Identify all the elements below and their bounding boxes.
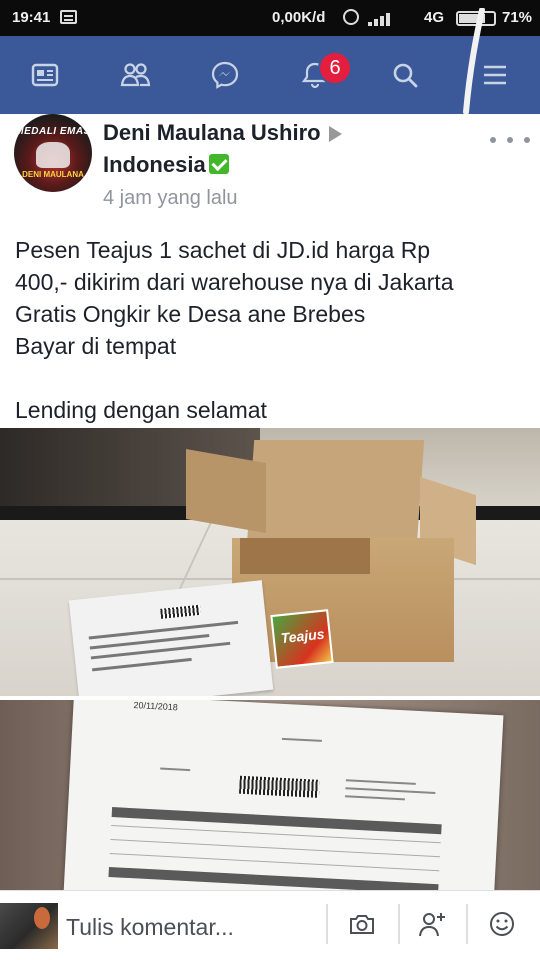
avatar-figure xyxy=(36,142,70,168)
post-text-line xyxy=(15,362,530,394)
post-timestamp[interactable]: 4 jam yang lalu xyxy=(103,187,238,210)
more-options-button[interactable] xyxy=(490,130,530,150)
author-name[interactable]: Deni Maulana Ushiro xyxy=(103,120,321,145)
top-nav-bar: 6 xyxy=(0,36,540,114)
post-text-line: 400,- dikirim dari warehouse nya di Jaka… xyxy=(15,269,454,295)
network-speed: 0,00K/d xyxy=(272,9,326,26)
battery-percent: 71% xyxy=(502,9,533,26)
add-person-icon xyxy=(419,913,445,937)
nav-friends[interactable] xyxy=(90,36,180,114)
shipping-receipt xyxy=(68,580,274,696)
dot-icon xyxy=(507,137,513,143)
post-body: Pesen Teajus 1 sachet di JD.id harga Rp … xyxy=(15,234,530,426)
nav-messenger[interactable] xyxy=(180,36,270,114)
notification-badge: 6 xyxy=(318,51,352,85)
emoji-icon xyxy=(490,912,514,936)
target-page-name[interactable]: Indonesia xyxy=(103,152,206,177)
status-bar: 19:41 0,00K/d 4G 71% xyxy=(0,0,540,36)
emoji-button[interactable] xyxy=(474,904,530,944)
post-text-line: Pesen Teajus 1 sachet di JD.id harga Rp xyxy=(15,237,431,263)
nav-search[interactable] xyxy=(360,36,450,114)
search-icon xyxy=(393,63,418,88)
app-notification-icon xyxy=(60,10,77,24)
comment-input[interactable]: Tulis komentar... xyxy=(66,914,234,941)
news-feed-icon xyxy=(31,63,59,87)
post-text-line: Gratis Ongkir ke Desa ane Brebes xyxy=(15,301,366,327)
cardboard-box-flap xyxy=(186,448,266,534)
nav-notifications[interactable]: 6 xyxy=(270,36,360,114)
alarm-icon xyxy=(343,9,359,25)
messenger-icon xyxy=(211,61,239,89)
post-text-line: Lending dengan selamat xyxy=(15,397,267,423)
camera-button[interactable] xyxy=(334,904,390,944)
avatar-logo-subtext: DENI MAULANA xyxy=(22,170,84,179)
barcode xyxy=(239,775,320,798)
status-time: 19:41 xyxy=(12,9,51,26)
invoice-document: 20/11/2018 xyxy=(62,700,504,890)
dot-icon xyxy=(524,137,530,143)
invoice-date: 20/11/2018 xyxy=(133,700,179,713)
post-text-line: Bayar di tempat xyxy=(15,333,177,359)
user-avatar xyxy=(0,903,58,949)
avatar-logo-text: MEDALI EMAS xyxy=(15,126,91,137)
nav-news-feed[interactable] xyxy=(0,36,90,114)
barcode xyxy=(160,604,201,619)
author-avatar[interactable]: MEDALI EMAS DENI MAULANA xyxy=(14,114,92,192)
post-author[interactable]: Deni Maulana Ushiro Indonesia xyxy=(103,117,342,181)
post-photo-box[interactable]: Teajus xyxy=(0,428,540,696)
drawn-stroke-mark xyxy=(463,8,485,114)
dot-icon xyxy=(490,137,496,143)
network-type: 4G xyxy=(424,9,445,26)
tag-friend-button[interactable] xyxy=(404,904,460,944)
friends-icon xyxy=(120,63,151,87)
checkmark-icon xyxy=(208,154,229,174)
post-photo-invoice[interactable]: 20/11/2018 xyxy=(0,700,540,890)
signal-icon xyxy=(368,12,394,26)
teajus-sachet: Teajus xyxy=(270,609,334,669)
sachet-label: Teajus xyxy=(279,625,326,647)
camera-icon xyxy=(350,915,374,934)
arrow-right-icon xyxy=(328,126,342,143)
